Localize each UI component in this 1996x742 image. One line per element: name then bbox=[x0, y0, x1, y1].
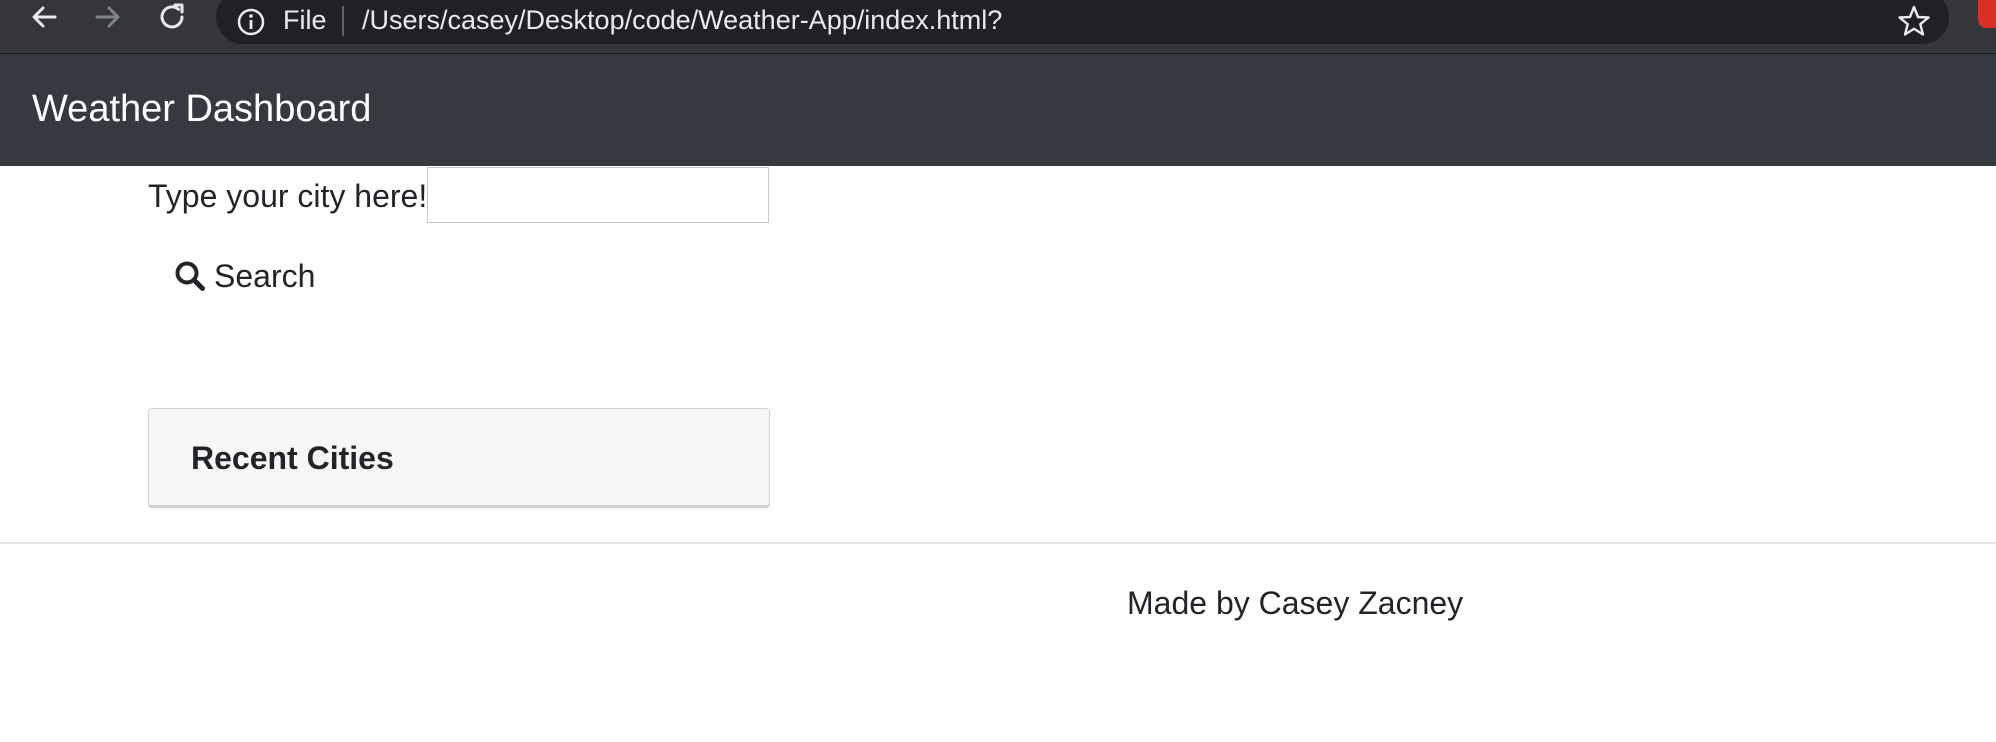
forward-button[interactable] bbox=[86, 0, 130, 34]
navbar-brand[interactable]: Weather Dashboard bbox=[32, 84, 371, 134]
search-button-label: Search bbox=[214, 258, 316, 294]
star-icon[interactable] bbox=[1897, 4, 1931, 38]
forward-arrow-icon bbox=[95, 6, 120, 28]
extension-icon[interactable] bbox=[1978, 0, 1996, 28]
reload-button[interactable] bbox=[150, 0, 194, 34]
address-bar[interactable]: File /Users/casey/Desktop/code/Weather-A… bbox=[216, 0, 1949, 44]
info-icon[interactable] bbox=[236, 7, 266, 37]
recent-cities-card: Recent Cities bbox=[148, 408, 770, 508]
search-button[interactable]: Search bbox=[160, 250, 329, 302]
url-text[interactable]: /Users/casey/Desktop/code/Weather-App/in… bbox=[362, 0, 1002, 40]
address-divider bbox=[342, 6, 344, 36]
recent-cities-title: Recent Cities bbox=[191, 440, 394, 476]
back-arrow-icon bbox=[32, 6, 57, 28]
navbar: Weather Dashboard bbox=[0, 54, 1996, 166]
back-button[interactable] bbox=[22, 0, 66, 34]
footer-divider bbox=[0, 542, 1996, 544]
city-input[interactable] bbox=[427, 167, 769, 223]
file-scheme-label: File bbox=[283, 5, 327, 35]
browser-toolbar: File /Users/casey/Desktop/code/Weather-A… bbox=[0, 0, 1996, 54]
reload-icon bbox=[160, 3, 184, 29]
city-label: Type your city here! bbox=[148, 178, 428, 214]
search-icon bbox=[175, 261, 205, 291]
footer-text: Made by Casey Zacney bbox=[1127, 585, 1464, 621]
